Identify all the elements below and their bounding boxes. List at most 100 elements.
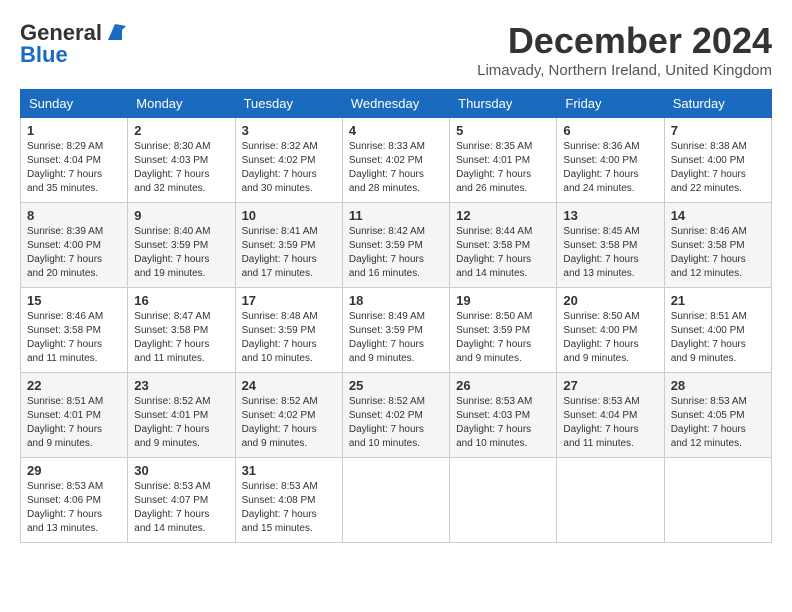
day-number: 4 [349,123,443,138]
day-info: Sunrise: 8:52 AMSunset: 4:01 PMDaylight:… [134,396,210,449]
day-number: 8 [27,208,121,223]
day-number: 21 [671,293,765,308]
day-info: Sunrise: 8:32 AMSunset: 4:02 PMDaylight:… [242,141,318,194]
calendar-cell: 13 Sunrise: 8:45 AMSunset: 3:58 PMDaylig… [557,203,664,288]
calendar-cell: 23 Sunrise: 8:52 AMSunset: 4:01 PMDaylig… [128,373,235,458]
day-number: 27 [563,378,657,393]
day-number: 25 [349,378,443,393]
calendar-cell: 16 Sunrise: 8:47 AMSunset: 3:58 PMDaylig… [128,288,235,373]
calendar-cell: 21 Sunrise: 8:51 AMSunset: 4:00 PMDaylig… [664,288,771,373]
calendar-cell: 31 Sunrise: 8:53 AMSunset: 4:08 PMDaylig… [235,458,342,543]
day-info: Sunrise: 8:30 AMSunset: 4:03 PMDaylight:… [134,141,210,194]
calendar-table: SundayMondayTuesdayWednesdayThursdayFrid… [20,89,772,543]
logo-blue: Blue [20,42,68,68]
calendar-cell: 11 Sunrise: 8:42 AMSunset: 3:59 PMDaylig… [342,203,449,288]
day-number: 2 [134,123,228,138]
day-number: 5 [456,123,550,138]
day-header-monday: Monday [128,90,235,118]
calendar-cell: 24 Sunrise: 8:52 AMSunset: 4:02 PMDaylig… [235,373,342,458]
title-section: December 2024 Limavady, Northern Ireland… [477,20,772,79]
day-number: 10 [242,208,336,223]
day-info: Sunrise: 8:50 AMSunset: 3:59 PMDaylight:… [456,311,532,364]
day-number: 12 [456,208,550,223]
day-number: 18 [349,293,443,308]
calendar-cell: 9 Sunrise: 8:40 AMSunset: 3:59 PMDayligh… [128,203,235,288]
day-info: Sunrise: 8:29 AMSunset: 4:04 PMDaylight:… [27,141,103,194]
day-number: 6 [563,123,657,138]
day-number: 7 [671,123,765,138]
day-info: Sunrise: 8:53 AMSunset: 4:07 PMDaylight:… [134,481,210,534]
day-info: Sunrise: 8:53 AMSunset: 4:05 PMDaylight:… [671,396,747,449]
calendar-cell: 14 Sunrise: 8:46 AMSunset: 3:58 PMDaylig… [664,203,771,288]
day-header-sunday: Sunday [21,90,128,118]
calendar-cell: 25 Sunrise: 8:52 AMSunset: 4:02 PMDaylig… [342,373,449,458]
day-number: 19 [456,293,550,308]
logo-icon [104,22,126,44]
day-number: 9 [134,208,228,223]
page-header: General Blue December 2024 Limavady, Nor… [20,20,772,79]
calendar-week-3: 15 Sunrise: 8:46 AMSunset: 3:58 PMDaylig… [21,288,772,373]
day-number: 3 [242,123,336,138]
day-number: 15 [27,293,121,308]
day-info: Sunrise: 8:53 AMSunset: 4:08 PMDaylight:… [242,481,318,534]
day-info: Sunrise: 8:46 AMSunset: 3:58 PMDaylight:… [671,226,747,279]
calendar-cell: 19 Sunrise: 8:50 AMSunset: 3:59 PMDaylig… [450,288,557,373]
day-info: Sunrise: 8:52 AMSunset: 4:02 PMDaylight:… [242,396,318,449]
day-info: Sunrise: 8:38 AMSunset: 4:00 PMDaylight:… [671,141,747,194]
day-number: 1 [27,123,121,138]
calendar-cell: 12 Sunrise: 8:44 AMSunset: 3:58 PMDaylig… [450,203,557,288]
day-number: 28 [671,378,765,393]
calendar-cell: 28 Sunrise: 8:53 AMSunset: 4:05 PMDaylig… [664,373,771,458]
calendar-cell: 15 Sunrise: 8:46 AMSunset: 3:58 PMDaylig… [21,288,128,373]
day-info: Sunrise: 8:33 AMSunset: 4:02 PMDaylight:… [349,141,425,194]
day-info: Sunrise: 8:39 AMSunset: 4:00 PMDaylight:… [27,226,103,279]
calendar-cell: 20 Sunrise: 8:50 AMSunset: 4:00 PMDaylig… [557,288,664,373]
calendar-cell: 3 Sunrise: 8:32 AMSunset: 4:02 PMDayligh… [235,118,342,203]
calendar-cell: 30 Sunrise: 8:53 AMSunset: 4:07 PMDaylig… [128,458,235,543]
day-number: 29 [27,463,121,478]
day-number: 11 [349,208,443,223]
day-info: Sunrise: 8:44 AMSunset: 3:58 PMDaylight:… [456,226,532,279]
calendar-cell: 1 Sunrise: 8:29 AMSunset: 4:04 PMDayligh… [21,118,128,203]
day-number: 26 [456,378,550,393]
day-number: 20 [563,293,657,308]
day-number: 31 [242,463,336,478]
day-info: Sunrise: 8:49 AMSunset: 3:59 PMDaylight:… [349,311,425,364]
calendar-header-row: SundayMondayTuesdayWednesdayThursdayFrid… [21,90,772,118]
day-info: Sunrise: 8:35 AMSunset: 4:01 PMDaylight:… [456,141,532,194]
calendar-week-2: 8 Sunrise: 8:39 AMSunset: 4:00 PMDayligh… [21,203,772,288]
day-info: Sunrise: 8:40 AMSunset: 3:59 PMDaylight:… [134,226,210,279]
day-info: Sunrise: 8:51 AMSunset: 4:01 PMDaylight:… [27,396,103,449]
day-info: Sunrise: 8:48 AMSunset: 3:59 PMDaylight:… [242,311,318,364]
calendar-cell: 22 Sunrise: 8:51 AMSunset: 4:01 PMDaylig… [21,373,128,458]
calendar-cell [342,458,449,543]
calendar-cell: 10 Sunrise: 8:41 AMSunset: 3:59 PMDaylig… [235,203,342,288]
logo: General Blue [20,20,126,68]
day-info: Sunrise: 8:53 AMSunset: 4:06 PMDaylight:… [27,481,103,534]
day-info: Sunrise: 8:42 AMSunset: 3:59 PMDaylight:… [349,226,425,279]
calendar-cell: 29 Sunrise: 8:53 AMSunset: 4:06 PMDaylig… [21,458,128,543]
day-info: Sunrise: 8:53 AMSunset: 4:03 PMDaylight:… [456,396,532,449]
day-number: 30 [134,463,228,478]
calendar-week-4: 22 Sunrise: 8:51 AMSunset: 4:01 PMDaylig… [21,373,772,458]
day-header-saturday: Saturday [664,90,771,118]
day-number: 22 [27,378,121,393]
day-number: 14 [671,208,765,223]
day-header-thursday: Thursday [450,90,557,118]
day-info: Sunrise: 8:41 AMSunset: 3:59 PMDaylight:… [242,226,318,279]
day-info: Sunrise: 8:51 AMSunset: 4:00 PMDaylight:… [671,311,747,364]
day-number: 23 [134,378,228,393]
day-info: Sunrise: 8:52 AMSunset: 4:02 PMDaylight:… [349,396,425,449]
day-header-tuesday: Tuesday [235,90,342,118]
location: Limavady, Northern Ireland, United Kingd… [477,62,772,79]
day-number: 24 [242,378,336,393]
day-number: 13 [563,208,657,223]
calendar-cell: 7 Sunrise: 8:38 AMSunset: 4:00 PMDayligh… [664,118,771,203]
calendar-cell: 2 Sunrise: 8:30 AMSunset: 4:03 PMDayligh… [128,118,235,203]
day-header-wednesday: Wednesday [342,90,449,118]
calendar-cell: 6 Sunrise: 8:36 AMSunset: 4:00 PMDayligh… [557,118,664,203]
calendar-cell: 4 Sunrise: 8:33 AMSunset: 4:02 PMDayligh… [342,118,449,203]
calendar-cell [664,458,771,543]
calendar-cell: 8 Sunrise: 8:39 AMSunset: 4:00 PMDayligh… [21,203,128,288]
day-info: Sunrise: 8:46 AMSunset: 3:58 PMDaylight:… [27,311,103,364]
